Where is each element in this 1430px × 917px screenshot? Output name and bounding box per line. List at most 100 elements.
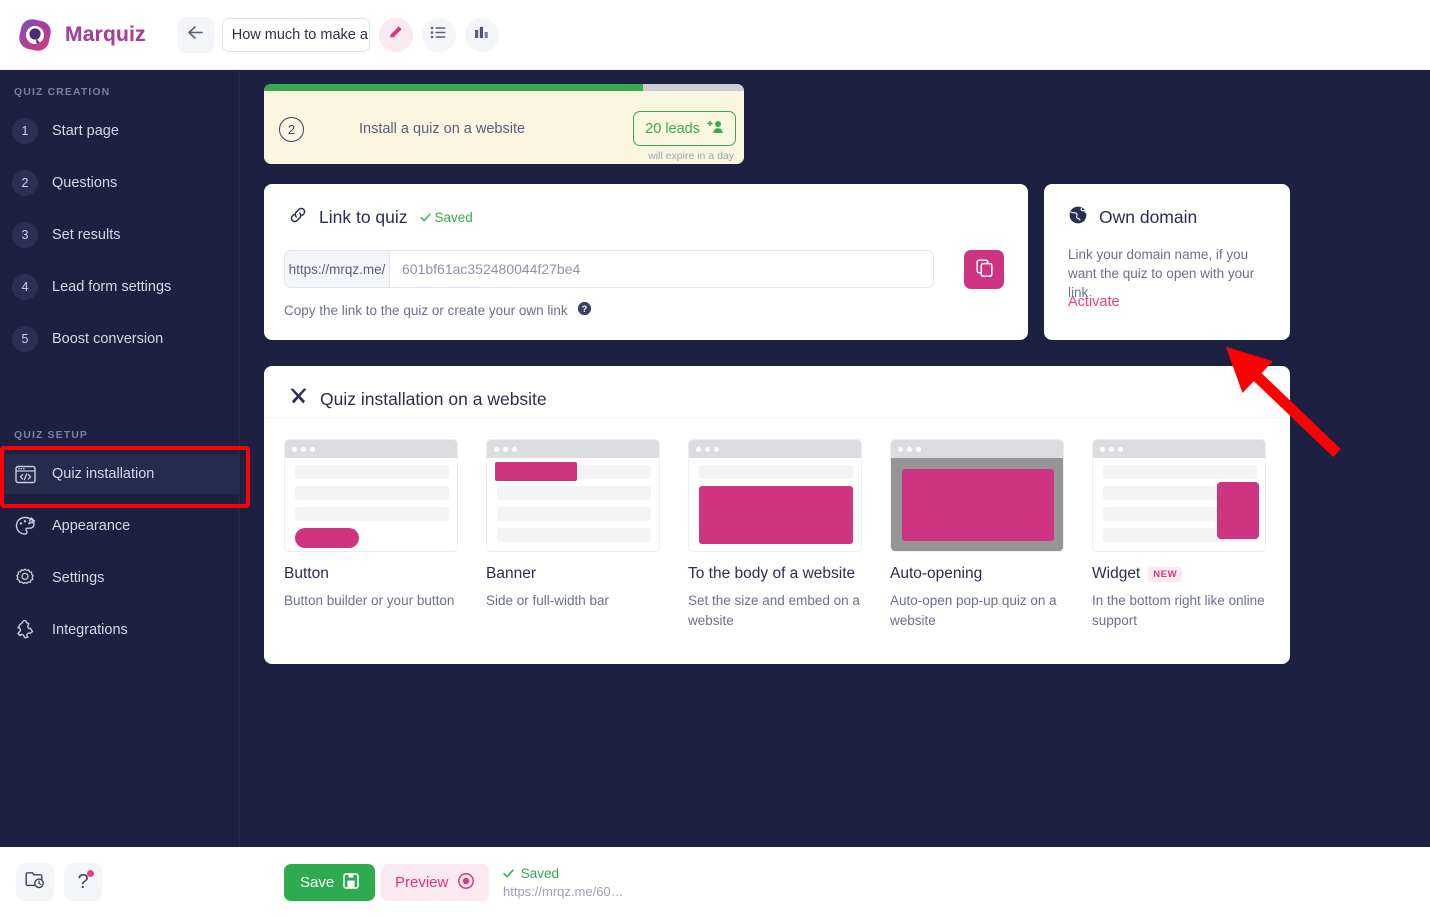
back-button[interactable] bbox=[177, 16, 214, 53]
sidebar-item-appearance[interactable]: Appearance bbox=[0, 506, 240, 546]
sidebar-item-label: Questions bbox=[52, 175, 118, 191]
tile-title: Button bbox=[284, 565, 458, 583]
install-option-button[interactable]: Button Button builder or your button bbox=[284, 439, 458, 631]
domain-activate-link[interactable]: Activate bbox=[1068, 294, 1120, 310]
quiz-list-button[interactable] bbox=[421, 17, 456, 52]
tile-title-text: Widget bbox=[1092, 565, 1141, 582]
thumb-titlebar bbox=[285, 440, 457, 458]
edit-quiz-button[interactable] bbox=[378, 17, 413, 52]
top-bar: Marquiz How much to make a bbox=[0, 0, 1430, 70]
step-badge: 2 bbox=[12, 170, 38, 196]
copy-icon bbox=[975, 259, 993, 280]
link-card-header: Link to quiz Saved bbox=[264, 184, 1028, 230]
help-button[interactable]: ? bbox=[64, 863, 102, 901]
sidebar-section-quiz-creation: QUIZ CREATION bbox=[14, 86, 111, 98]
sidebar-item-label: Quiz installation bbox=[52, 466, 155, 482]
sidebar-item-lead-form-settings[interactable]: 4 Lead form settings bbox=[0, 267, 240, 307]
puzzle-icon bbox=[12, 620, 38, 640]
leads-count-button[interactable]: 20 leads bbox=[633, 111, 736, 146]
check-icon bbox=[419, 213, 431, 222]
link-icon bbox=[288, 205, 308, 230]
leads-banner-text: Install a quiz on a website bbox=[359, 121, 526, 137]
save-label: Save bbox=[300, 874, 335, 891]
tile-title-text: To the body of a website bbox=[688, 565, 856, 582]
install-option-banner[interactable]: Banner Side or full-width bar bbox=[486, 439, 660, 631]
leads-expire-note: will expire in a day bbox=[648, 150, 734, 162]
history-button[interactable] bbox=[16, 863, 54, 901]
saved-text: Saved bbox=[520, 866, 560, 881]
progress-fill bbox=[264, 84, 644, 91]
sidebar-item-label: Integrations bbox=[52, 622, 128, 638]
own-domain-card: Own domain Link your domain name, if you… bbox=[1044, 184, 1290, 340]
saved-status: Saved https://mrqz.me/60… bbox=[503, 866, 624, 899]
tools-icon bbox=[288, 387, 309, 412]
statistics-button[interactable] bbox=[464, 17, 499, 52]
progress-track bbox=[264, 84, 744, 91]
question-circle-icon[interactable]: ? bbox=[577, 301, 592, 319]
quiz-installation-card: Quiz installation on a website Button Bu… bbox=[264, 366, 1290, 664]
tile-description: Set the size and embed on a website bbox=[688, 593, 860, 628]
tile-title-text: Auto-opening bbox=[890, 565, 983, 582]
sidebar-item-start-page[interactable]: 1 Start page bbox=[0, 111, 240, 151]
sidebar-item-settings[interactable]: Settings bbox=[0, 558, 240, 598]
code-window-icon bbox=[12, 465, 38, 484]
link-slug-input[interactable] bbox=[389, 250, 934, 288]
thumb-titlebar bbox=[1093, 440, 1265, 458]
thumb-body bbox=[285, 458, 457, 551]
sidebar: QUIZ CREATION 1 Start page 2 Questions 3… bbox=[0, 70, 240, 847]
tile-description: In the bottom right like online support bbox=[1092, 593, 1265, 628]
floppy-disk-icon bbox=[343, 872, 359, 893]
saved-url: https://mrqz.me/60… bbox=[503, 884, 624, 899]
domain-card-title: Own domain bbox=[1099, 207, 1198, 227]
leads-count-label: 20 leads bbox=[645, 120, 700, 137]
save-button[interactable]: Save bbox=[284, 864, 376, 901]
check-icon bbox=[503, 869, 514, 878]
eye-icon bbox=[457, 872, 475, 893]
tile-title: Widget NEW bbox=[1092, 565, 1266, 583]
link-to-quiz-card: Link to quiz Saved https://mrqz.me/ Copy… bbox=[264, 184, 1028, 340]
list-icon bbox=[430, 25, 447, 45]
sidebar-item-label: Appearance bbox=[52, 518, 131, 534]
svg-text:?: ? bbox=[581, 304, 587, 314]
install-card-header: Quiz installation on a website bbox=[264, 366, 1290, 412]
saved-status-line: Saved bbox=[503, 866, 624, 881]
tile-title: To the body of a website bbox=[688, 565, 862, 583]
tile-description: Auto-open pop-up quiz on a website bbox=[890, 593, 1057, 628]
thumbnail-banner bbox=[486, 439, 660, 552]
tile-title: Banner bbox=[486, 565, 660, 583]
step-badge: 4 bbox=[12, 274, 38, 300]
thumb-body bbox=[1093, 458, 1265, 551]
tile-title: Auto-opening bbox=[890, 565, 1064, 583]
sidebar-item-label: Boost conversion bbox=[52, 331, 164, 347]
link-saved-label: Saved bbox=[434, 210, 473, 225]
thumbnail-widget bbox=[1092, 439, 1266, 552]
step-badge: 5 bbox=[12, 326, 38, 352]
link-hint-text: Copy the link to the quiz or create your… bbox=[284, 302, 568, 318]
link-hint-row: Copy the link to the quiz or create your… bbox=[284, 301, 592, 319]
sidebar-item-boost-conversion[interactable]: 5 Boost conversion bbox=[0, 319, 240, 359]
sidebar-item-quiz-installation[interactable]: Quiz installation bbox=[0, 454, 240, 494]
gear-icon bbox=[12, 568, 38, 588]
quiz-title-input[interactable]: How much to make a bbox=[221, 17, 370, 52]
install-option-body-of-website[interactable]: To the body of a website Set the size an… bbox=[688, 439, 862, 631]
copy-link-button[interactable] bbox=[964, 250, 1004, 289]
tile-description: Button builder or your button bbox=[284, 593, 455, 608]
preview-button[interactable]: Preview bbox=[381, 864, 490, 901]
sidebar-item-set-results[interactable]: 3 Set results bbox=[0, 215, 240, 255]
sidebar-item-integrations[interactable]: Integrations bbox=[0, 610, 240, 650]
new-badge: NEW bbox=[1148, 566, 1183, 582]
thumb-titlebar bbox=[891, 440, 1063, 458]
sidebar-item-questions[interactable]: 2 Questions bbox=[0, 163, 240, 203]
link-prefix-label: https://mrqz.me/ bbox=[284, 250, 389, 288]
install-option-widget[interactable]: Widget NEW In the bottom right like onli… bbox=[1092, 439, 1266, 631]
link-card-title: Link to quiz bbox=[319, 207, 408, 227]
link-saved-badge: Saved bbox=[419, 210, 473, 225]
thumb-titlebar bbox=[689, 440, 861, 458]
bottom-bar: ? bbox=[0, 847, 1430, 917]
bar-chart-icon bbox=[473, 25, 490, 45]
step-badge: 1 bbox=[12, 118, 38, 144]
install-options-grid: Button Button builder or your button Ban… bbox=[284, 439, 1266, 631]
marquiz-logo-icon bbox=[16, 16, 54, 54]
install-option-auto-opening[interactable]: Auto-opening Auto-open pop-up quiz on a … bbox=[890, 439, 1064, 631]
tile-description: Side or full-width bar bbox=[486, 593, 610, 608]
